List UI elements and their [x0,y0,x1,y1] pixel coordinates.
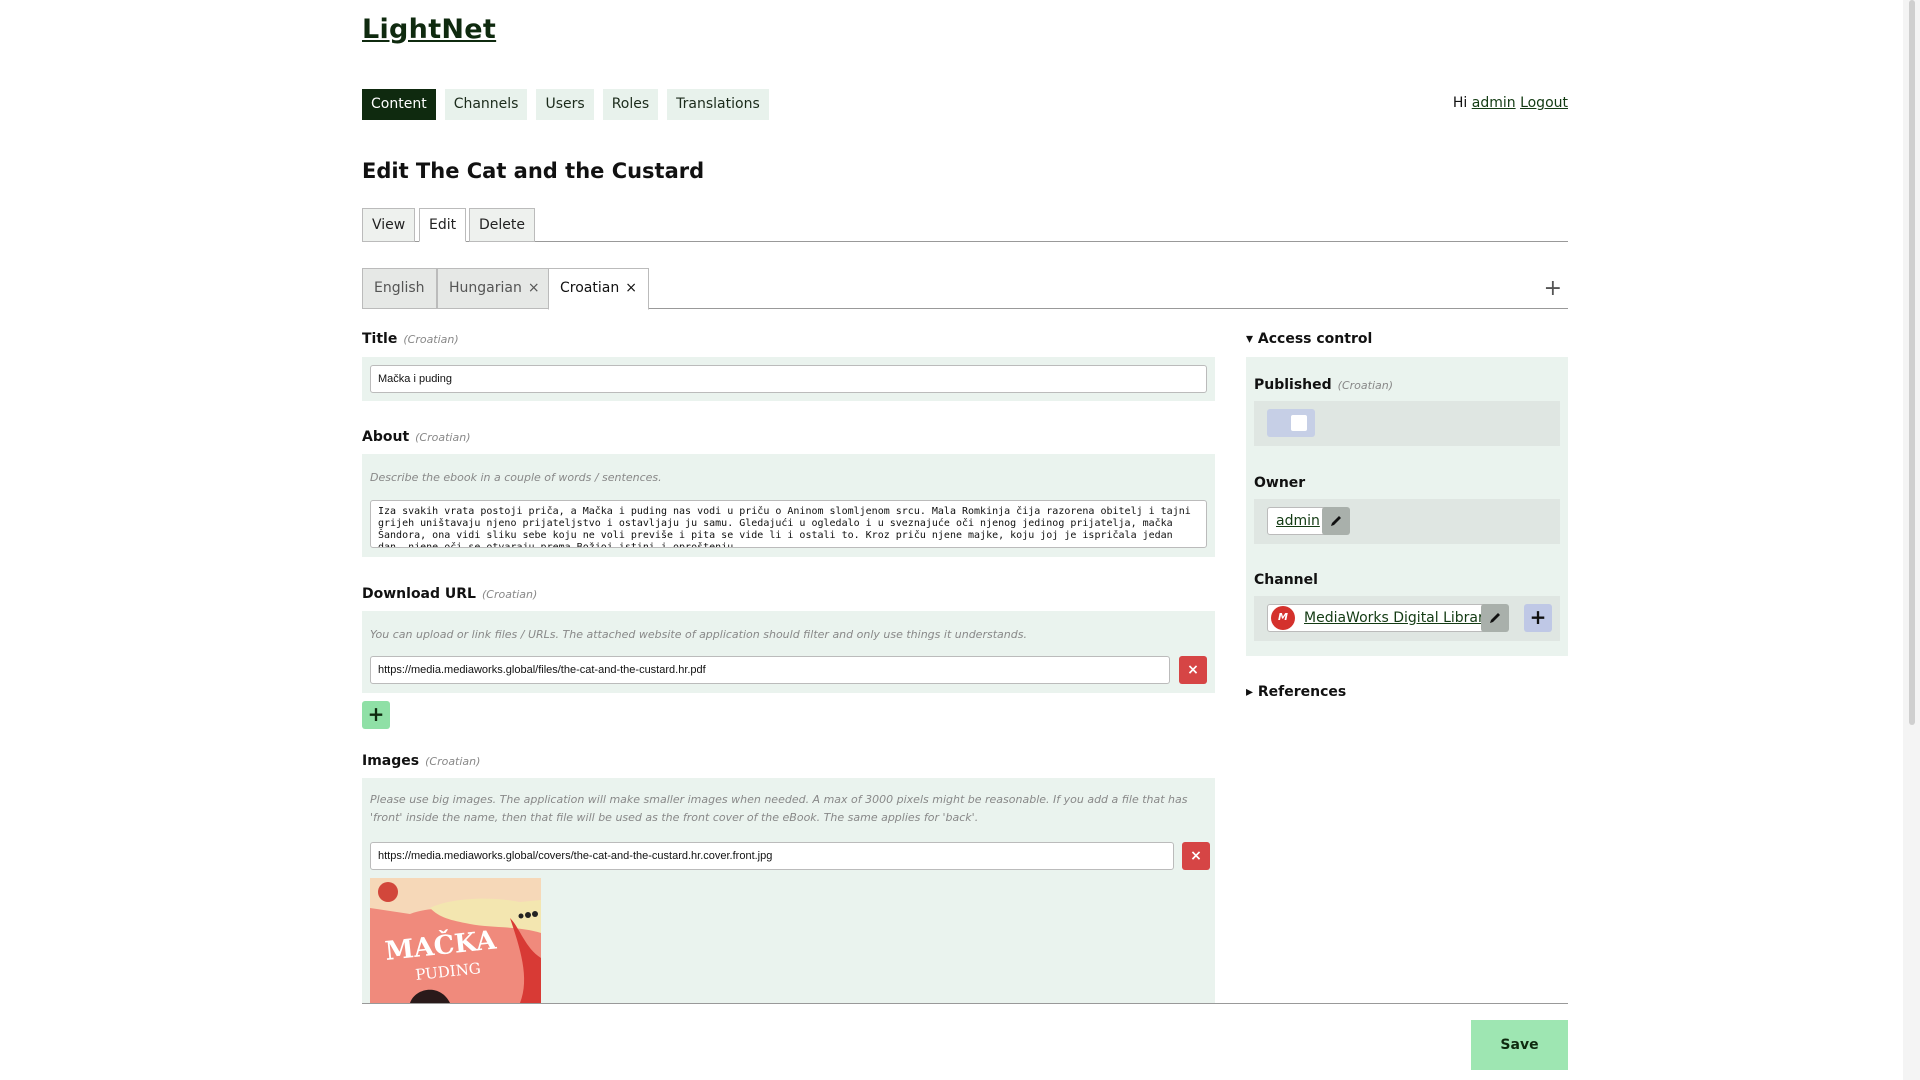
close-icon[interactable]: × [625,280,637,296]
channel-link[interactable]: MediaWorks Digital Library [1304,610,1492,626]
published-toggle[interactable] [1267,409,1315,437]
page-scrollbar[interactable] [1903,0,1920,1080]
tab-edit[interactable]: Edit [419,208,467,242]
user-link[interactable]: admin [1472,95,1516,111]
published-label: Published (Croatian) [1254,377,1393,393]
download-label-text: Download URL [362,586,476,602]
download-panel: You can upload or link files / URLs. The… [362,611,1215,693]
images-hint: Please use big images. The application w… [370,793,1188,824]
title-input[interactable]: Mačka i puding [370,365,1207,393]
access-control-panel: Published (Croatian) Owner admin Channel … [1246,357,1568,656]
lang-tab-croatian[interactable]: Croatian × [548,268,649,310]
logout-link[interactable]: Logout [1520,95,1568,111]
channel-label: Channel [1254,572,1318,588]
add-channel-button[interactable]: + [1524,604,1552,632]
about-textarea[interactable]: Iza svakih vrata postoji priča, a Mačka … [370,500,1207,548]
edit-channel-button[interactable] [1481,604,1509,632]
edit-owner-button[interactable] [1322,507,1350,535]
add-language-icon[interactable]: + [1544,276,1562,301]
lang-tab-label: English [374,280,425,296]
page-title: Edit The Cat and the Custard [362,159,705,183]
pencil-icon [1490,613,1500,623]
title-label: Title (Croatian) [362,331,459,347]
about-label: About (Croatian) [362,429,470,445]
tab-view[interactable]: View [362,208,416,242]
user-bar: Hi admin Logout [1453,95,1568,111]
add-download-button[interactable]: + [362,701,390,729]
owner-link[interactable]: admin [1276,513,1320,529]
download-lang: (Croatian) [481,588,538,601]
footer-divider [362,1003,1568,1004]
lang-tab-hungarian[interactable]: Hungarian × [437,268,552,309]
page-container: LightNet Content Channels Users Roles Tr… [362,0,1568,1080]
remove-image-button[interactable]: × [1182,842,1210,870]
about-label-text: About [362,429,410,445]
about-hint: Describe the ebook in a couple of words … [370,471,662,484]
images-label-text: Images [362,753,420,769]
images-panel: Please use big images. The application w… [362,778,1215,1003]
toggle-knob [1291,415,1307,431]
owner-label: Owner [1254,475,1306,491]
nav-content[interactable]: Content [362,89,436,120]
lang-tab-label: Croatian [560,280,620,296]
nav-roles[interactable]: Roles [602,89,659,120]
owner-box: admin [1254,499,1560,544]
images-lang: (Croatian) [425,755,481,768]
lang-tab-label: Hungarian [449,280,522,296]
nav-translations[interactable]: Translations [667,89,769,120]
access-control-toggle[interactable]: ▾ Access control [1246,331,1372,347]
app-logo[interactable]: LightNet [362,14,496,45]
channel-avatar: M [1271,606,1295,630]
published-label-text: Published [1254,377,1332,393]
channel-chip: MediaWorks Digital Library [1267,604,1502,632]
lang-tab-english[interactable]: English [362,268,437,309]
image-url-input[interactable]: https://media.mediaworks.global/covers/t… [370,842,1174,870]
published-lang: (Croatian) [1337,379,1394,392]
language-tabs: English Hungarian × Croatian × + [362,268,1568,310]
title-lang: (Croatian) [403,333,459,346]
about-lang: (Croatian) [415,431,471,444]
download-hint: You can upload or link files / URLs. The… [370,628,1027,641]
cover-image: MAČKA PUDING [370,878,541,1003]
nav-users[interactable]: Users [536,89,594,120]
cover-image-art: MAČKA PUDING [370,878,541,1003]
channel-box: MediaWorks Digital Library M + [1254,596,1560,641]
scrollbar-thumb[interactable] [1909,0,1915,725]
download-label: Download URL (Croatian) [362,586,537,602]
close-icon[interactable]: × [528,280,540,296]
view-tabs: View Edit Delete [362,208,1568,242]
tab-delete[interactable]: Delete [469,208,535,242]
about-panel: Describe the ebook in a couple of words … [362,454,1215,557]
published-box [1254,401,1560,446]
remove-download-button[interactable]: × [1179,656,1207,684]
pencil-icon [1331,516,1341,526]
greeting: Hi [1452,95,1468,111]
nav-channels[interactable]: Channels [444,89,528,120]
owner-chip: admin [1267,507,1329,535]
title-label-text: Title [362,331,398,347]
main-nav: Content Channels Users Roles Translation… [362,89,769,120]
title-panel: Mačka i puding [362,357,1215,401]
save-button[interactable]: Save [1471,1020,1568,1070]
references-toggle[interactable]: ▸ References [1246,684,1346,700]
download-url-input[interactable]: https://media.mediaworks.global/files/th… [370,656,1170,684]
images-label: Images (Croatian) [362,753,480,769]
